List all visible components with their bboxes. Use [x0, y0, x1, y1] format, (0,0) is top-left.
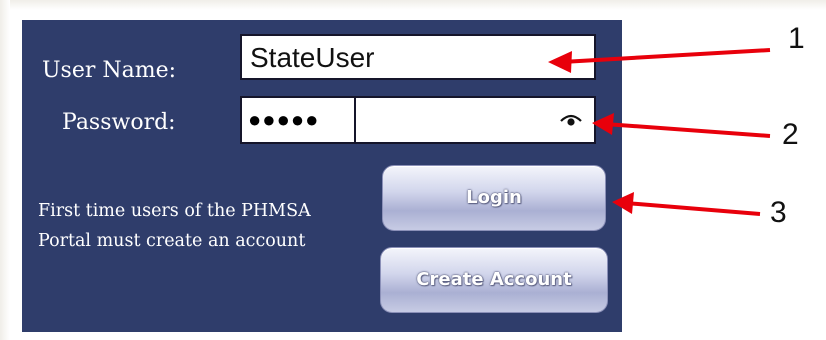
callout-arrow-3: [612, 192, 761, 216]
callout-arrow-1: [548, 48, 771, 73]
callout-number-1: 1: [788, 22, 805, 55]
callout-number-3: 3: [770, 196, 787, 229]
callout-number-2: 2: [782, 118, 799, 151]
callout-arrow-2: [592, 113, 771, 138]
annotation-arrows: [548, 48, 771, 216]
